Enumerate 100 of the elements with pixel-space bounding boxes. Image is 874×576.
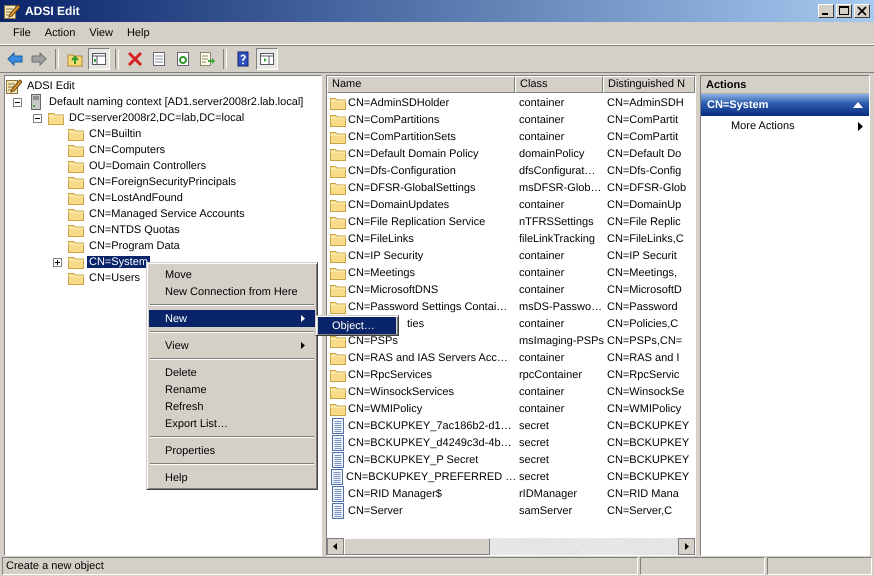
tree-item[interactable]: CN=System [87, 256, 150, 268]
folder-icon [330, 146, 346, 160]
class-cell-text: rIDManager [518, 488, 578, 500]
name-cell: CN=Server [348, 504, 403, 516]
class-cell-text: msDS-Passwo… [518, 300, 603, 312]
folder-icon [330, 180, 346, 194]
dn-cell-text: CN=File Replic [606, 216, 682, 228]
tree-item[interactable]: CN=Computers [87, 144, 168, 156]
folder-icon [68, 127, 84, 141]
toolbar-button[interactable] [88, 48, 110, 70]
menu-item[interactable]: Refresh [149, 398, 315, 415]
close-icon[interactable] [854, 4, 870, 18]
scroll-right-icon[interactable] [678, 538, 695, 555]
name-cell: CN=DomainUpdates [348, 198, 450, 210]
tree-item[interactable]: CN=Users [87, 272, 142, 284]
class-cell-text: container [518, 402, 566, 414]
folder-icon [68, 271, 84, 285]
menu-item[interactable]: Object… [318, 317, 396, 334]
class-cell-text: rpcContainer [518, 368, 583, 380]
class-cell-text: secret [518, 454, 550, 466]
section-header[interactable]: CN=System [701, 94, 869, 116]
class-cell-text: msDFSR-Glob… [518, 182, 603, 194]
menu-item[interactable]: Move [149, 266, 315, 283]
dn-cell-text: CN=BCKUPKEY [606, 436, 690, 448]
menu-item[interactable]: View [149, 337, 315, 354]
dn-cell-text: CN=DomainUp [606, 198, 682, 210]
expand-icon[interactable] [52, 258, 62, 266]
tree-item[interactable]: CN=ForeignSecurityPrincipals [87, 176, 238, 188]
minimize-icon[interactable] [818, 4, 834, 18]
dn-cell-text: CN=Server,C [606, 504, 674, 516]
folder-icon [68, 239, 84, 253]
dn-cell-text: CN=RID Mana [606, 488, 680, 500]
name-cell: CN=BCKUPKEY_PREFERRED … [346, 470, 516, 482]
notepad-pencil-icon [6, 78, 22, 94]
class-cell-text: container [518, 96, 566, 108]
scroll-left-icon[interactable] [327, 538, 344, 555]
folder-icon [48, 111, 64, 125]
tree-item[interactable]: CN=Managed Service Accounts [87, 208, 247, 220]
toolbar-button[interactable] [256, 48, 278, 70]
menu-item[interactable]: File [6, 25, 38, 41]
tree-item[interactable]: DC=server2008r2,DC=lab,DC=local [67, 112, 246, 124]
class-cell-text: container [518, 266, 566, 278]
folder-icon [330, 112, 346, 126]
menu-item[interactable]: Rename [149, 381, 315, 398]
document-icon [331, 418, 345, 434]
tree-item[interactable]: CN=LostAndFound [87, 192, 185, 204]
tree-item[interactable]: OU=Domain Controllers [87, 160, 208, 172]
name-cell: ties [407, 318, 424, 330]
dn-cell-text: CN=RpcServic [606, 368, 680, 380]
tree-item[interactable]: CN=Program Data [87, 240, 182, 252]
tree-item[interactable]: ADSI Edit [25, 80, 77, 92]
menu-item[interactable]: Help [120, 25, 157, 41]
name-cell: CN=DFSR-GlobalSettings [348, 182, 476, 194]
help-book-icon [235, 51, 251, 67]
dn-cell-text: CN=BCKUPKEY [606, 420, 690, 432]
tree-item[interactable]: Default naming context [AD1.server2008r2.lab.local] [47, 96, 306, 108]
name-cell: CN=Default Domain Policy [348, 148, 479, 160]
dn-cell-text: CN=DFSR-Glob [606, 182, 688, 194]
scrollbar-thumb[interactable] [344, 538, 490, 555]
name-cell: CN=ComPartitionSets [348, 130, 456, 142]
dn-cell-text: CN=IP Securit [606, 250, 678, 262]
collapse-icon[interactable] [853, 102, 863, 108]
menu-item[interactable]: Properties [149, 442, 315, 459]
column-header[interactable]: Name [327, 76, 515, 93]
folder-icon [330, 130, 346, 144]
menu-item[interactable]: Delete [149, 364, 315, 381]
back-arrow-icon [7, 51, 23, 67]
class-cell-text: dfsConfigurat… [518, 164, 596, 176]
folder-icon [330, 402, 346, 416]
name-cell: CN=ComPartitions [348, 114, 440, 126]
folder-icon [68, 143, 84, 157]
collapse-icon[interactable] [12, 98, 22, 106]
class-cell-text: secret [518, 420, 550, 432]
collapse-icon[interactable] [32, 114, 42, 122]
menu-item[interactable]: Help [149, 469, 315, 486]
submenu-arrow-icon [301, 315, 305, 322]
dn-cell-text: CN=Password [606, 300, 679, 312]
folder-icon [68, 191, 84, 205]
dn-cell-text: CN=BCKUPKEY [606, 470, 690, 482]
menu-item[interactable]: New Connection from Here [149, 283, 315, 300]
maximize-icon[interactable] [836, 4, 852, 18]
name-cell: CN=RID Manager$ [348, 488, 442, 500]
name-cell: CN=AdminSDHolder [348, 96, 450, 108]
column-header[interactable]: Distinguished N [603, 76, 695, 93]
menu-item[interactable]: View [82, 25, 120, 41]
dn-cell-text: CN=Dfs-Config [606, 164, 682, 176]
column-header[interactable]: Class [515, 76, 603, 93]
folder-icon [330, 214, 346, 228]
menu-item[interactable]: New [149, 310, 315, 327]
name-cell: CN=BCKUPKEY_d4249c3d-4b… [348, 436, 512, 448]
action-item[interactable]: More Actions [731, 120, 795, 132]
folder-icon [330, 96, 346, 110]
name-cell: CN=Meetings [348, 266, 415, 278]
tree-item[interactable]: CN=NTDS Quotas [87, 224, 182, 236]
menu-item[interactable]: Action [38, 25, 82, 41]
menu-item[interactable]: Export List… [149, 415, 315, 432]
name-cell: CN=RpcServices [348, 368, 432, 380]
status-text: Create a new object [2, 557, 638, 575]
tree-item[interactable]: CN=Builtin [87, 128, 144, 140]
folder-icon [330, 266, 346, 280]
